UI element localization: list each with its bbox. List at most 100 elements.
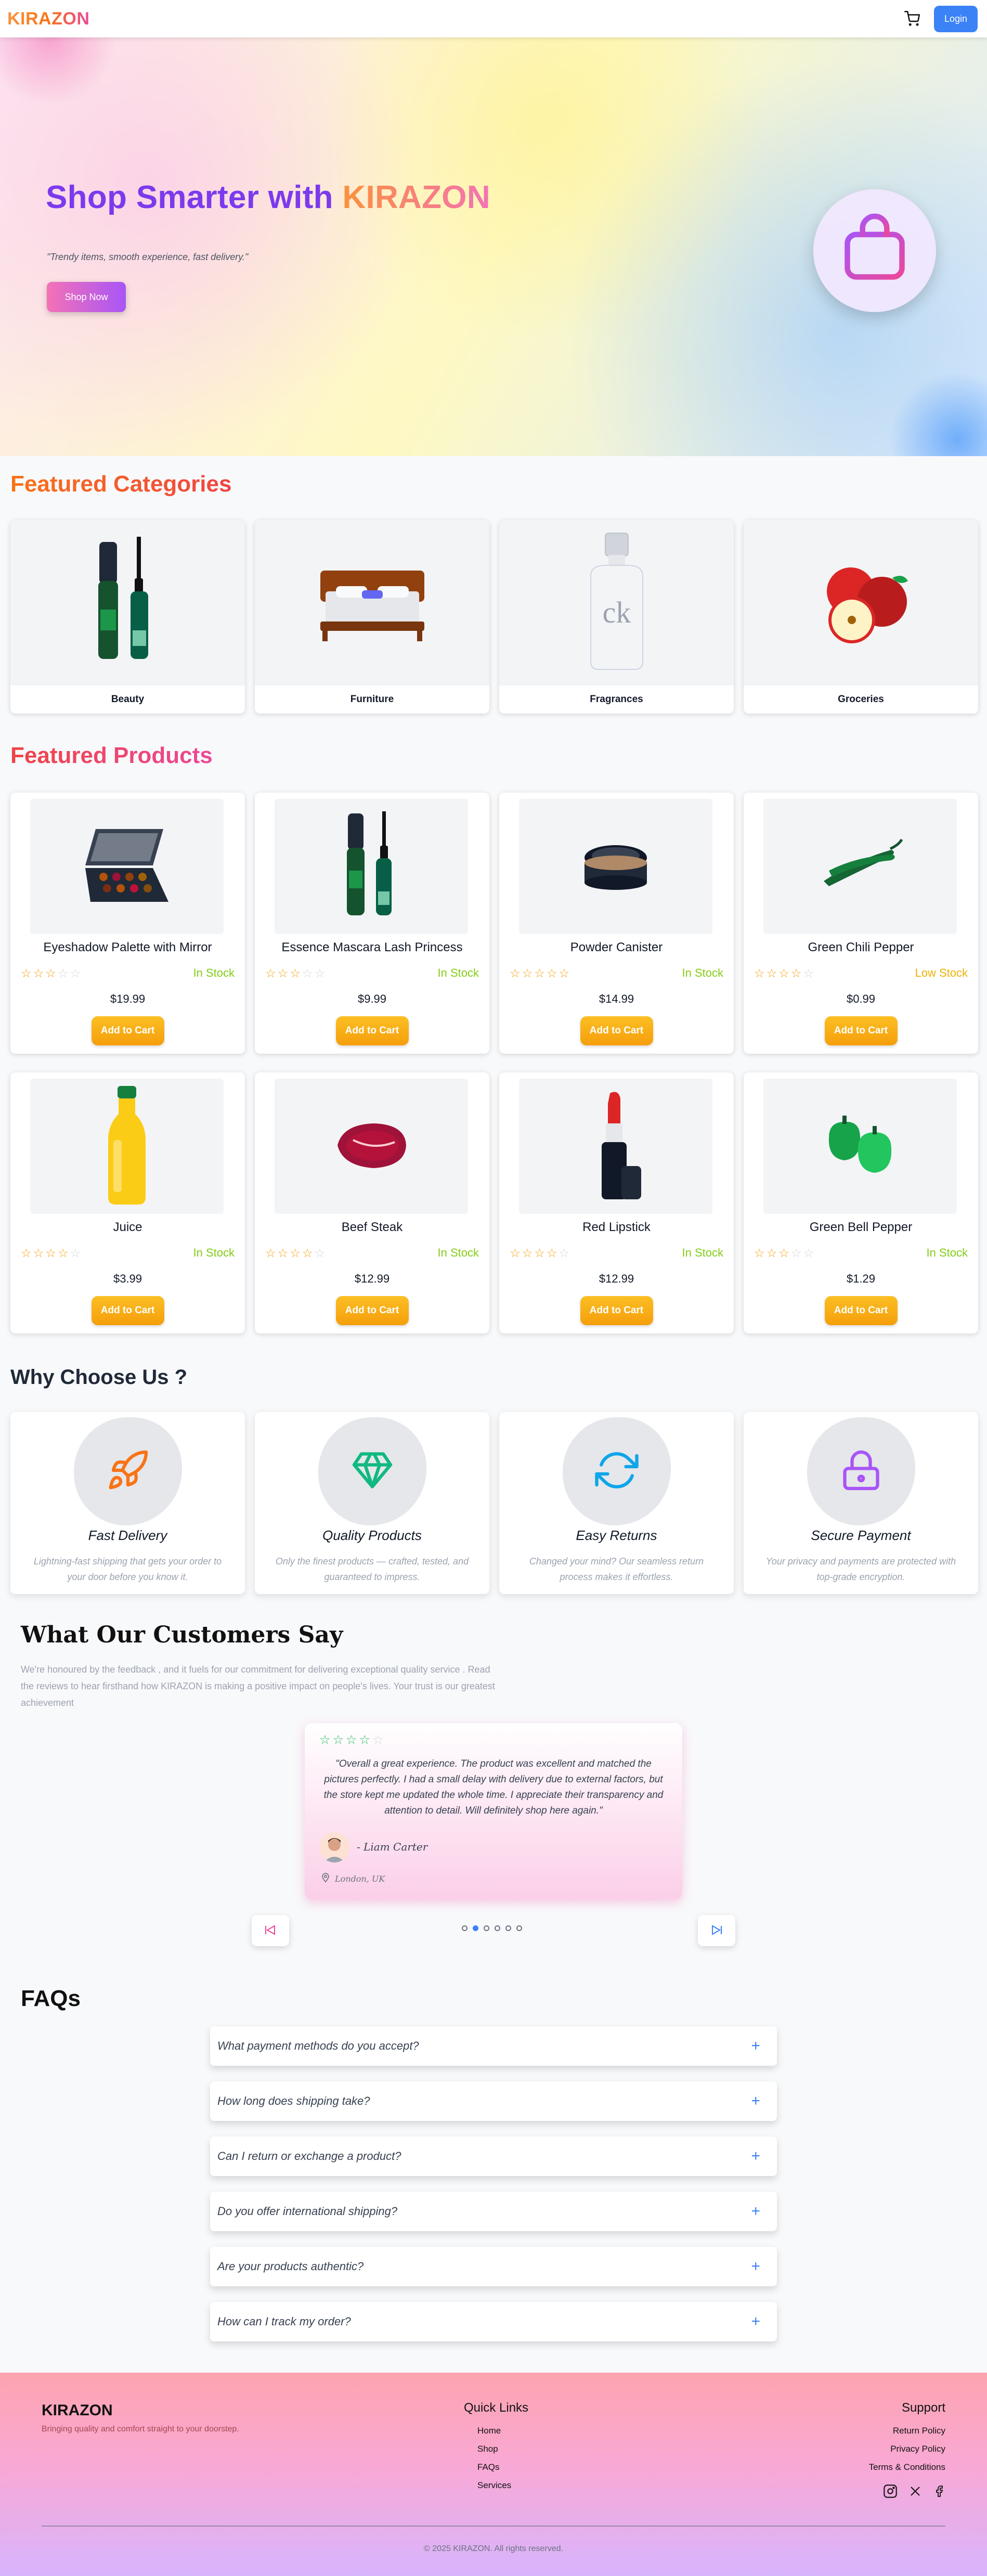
plus-icon[interactable]: + [751,2313,760,2331]
product-image [519,1079,712,1214]
product-card[interactable]: Eyeshadow Palette with Mirror ☆ ☆ ☆ ☆ ☆ In Sto… [10,793,245,1054]
star-icon: ☆ [778,1246,789,1260]
cart-icon[interactable] [902,8,923,29]
powder-canister-icon [577,832,655,902]
add-to-cart-button[interactable]: Add to Cart [580,1296,653,1325]
product-card[interactable]: Red Lipstick ☆ ☆ ☆ ☆ ☆ In Stock $12.99 Add to Ca… [499,1072,734,1334]
product-name: Powder Canister [570,940,663,954]
product-name: Green Chili Pepper [808,940,914,954]
category-label: Beauty [111,694,145,705]
feature-desc: Lightning-fast shipping that gets your o… [33,1556,222,1582]
category-label: Furniture [350,694,394,705]
faq-question: How long does shipping take? [217,2094,370,2107]
faq-item[interactable]: How can I track my order? + [210,2302,777,2341]
category-image [10,520,245,685]
feature-icon-bg [562,1417,671,1525]
product-card[interactable]: Juice ☆ ☆ ☆ ☆ ☆ In Stock $3.99 Add to Cart [10,1072,245,1334]
plus-icon[interactable]: + [751,2258,760,2275]
gem-icon [350,1448,394,1495]
footer-link-services[interactable]: Services [477,2480,511,2491]
stock-status: In Stock [437,1246,479,1259]
product-name: Red Lipstick [582,1220,651,1234]
star-icon: ☆ [33,966,44,980]
why-grid: Fast Delivery Lightning-fast shipping th… [10,1412,979,1594]
plus-icon[interactable]: + [751,2203,760,2220]
star-icon: ☆ [70,966,81,980]
faq-item[interactable]: Are your products authentic? + [210,2247,777,2286]
mascara-icon [332,808,410,925]
add-to-cart-button[interactable]: Add to Cart [335,1296,409,1325]
facebook-icon[interactable] [933,2484,945,2501]
plus-icon[interactable]: + [751,2037,760,2055]
category-card-fragrances[interactable]: ck Fragrances [499,520,734,714]
product-name: Juice [113,1220,142,1234]
footer-link-faqs[interactable]: FAQs [477,2462,511,2473]
products-grid: Eyeshadow Palette with Mirror ☆ ☆ ☆ ☆ ☆ In Sto… [10,793,979,1334]
category-label: Fragrances [590,694,643,705]
footer-link-shop[interactable]: Shop [477,2444,511,2454]
add-to-cart-button[interactable]: Add to Cart [824,1016,898,1045]
avatar [319,1832,349,1862]
star-icon: ☆ [346,1733,357,1747]
footer: KIRAZON Bringing quality and comfort str… [0,2373,987,2576]
faq-item[interactable]: Do you offer international shipping? + [210,2192,777,2231]
faq-item[interactable]: What payment methods do you accept? + [210,2026,777,2066]
add-to-cart-button[interactable]: Add to Cart [91,1016,164,1045]
star-icon: ☆ [45,1246,56,1260]
social-links [883,2484,945,2501]
footer-link-privacy-policy[interactable]: Privacy Policy [869,2444,945,2454]
plus-icon[interactable]: + [751,2147,760,2165]
add-to-cart-button[interactable]: Add to Cart [335,1016,409,1045]
login-button[interactable]: Login [933,5,978,32]
prev-testimonial-button[interactable] [252,1915,289,1946]
carousel-dot[interactable] [462,1925,467,1931]
category-card-groceries[interactable]: Groceries [744,520,978,714]
shop-now-button[interactable]: Shop Now [47,282,126,312]
carousel-dot[interactable] [516,1925,522,1931]
carousel-dots [462,1925,522,1931]
faq-item[interactable]: How long does shipping take? + [210,2081,777,2121]
carousel-dot[interactable] [473,1925,478,1931]
product-card[interactable]: Essence Mascara Lash Princess ☆ ☆ ☆ ☆ ☆ In Sto… [255,793,489,1054]
feature-card-quality-products: Quality Products Only the finest product… [255,1412,489,1594]
product-image [275,799,468,934]
hero-subtitle: "Trendy items, smooth experience, fast d… [47,252,249,262]
star-icon: ☆ [277,966,289,980]
carousel-dot[interactable] [495,1925,500,1931]
star-icon: ☆ [290,1246,301,1260]
product-card[interactable]: Green Chili Pepper ☆ ☆ ☆ ☆ ☆ Low Stock $0.99 Add… [744,793,978,1054]
hero-banner: Shop Smarter with KIRAZON "Trendy items,… [0,37,987,456]
rocket-icon [106,1448,150,1495]
feature-icon-bg [73,1417,182,1525]
add-to-cart-button[interactable]: Add to Cart [91,1296,164,1325]
next-testimonial-button[interactable] [698,1915,735,1946]
x-icon[interactable] [909,2485,921,2500]
product-card[interactable]: Powder Canister ☆ ☆ ☆ ☆ ☆ In Stock $14.99 Add to… [499,793,734,1054]
product-card[interactable]: Beef Steak ☆ ☆ ☆ ☆ ☆ In Stock $12.99 Add to Cart [255,1072,489,1334]
footer-link-terms-conditions[interactable]: Terms & Conditions [869,2462,945,2473]
testimonial-author: - Liam Carter [357,1841,428,1853]
carousel-dot[interactable] [484,1925,489,1931]
product-card[interactable]: Green Bell Pepper ☆ ☆ ☆ ☆ ☆ In Stock $1.29 Add t… [744,1072,978,1334]
product-rating: ☆ ☆ ☆ ☆ ☆ [754,967,814,979]
carousel-dot[interactable] [505,1925,511,1931]
product-name: Essence Mascara Lash Princess [281,940,463,954]
add-to-cart-button[interactable]: Add to Cart [580,1016,653,1045]
add-to-cart-button[interactable]: Add to Cart [824,1296,898,1325]
plus-icon[interactable]: + [751,2092,760,2110]
categories-title: Featured Categories [10,471,232,497]
product-image [30,1079,224,1214]
stock-status: In Stock [682,1246,723,1259]
category-card-furniture[interactable]: Furniture [255,520,489,714]
instagram-icon[interactable] [883,2484,898,2501]
eyeshadow-palette-icon [75,819,179,915]
category-card-beauty[interactable]: Beauty [10,520,245,714]
footer-link-return-policy[interactable]: Return Policy [869,2426,945,2436]
footer-link-home[interactable]: Home [477,2426,511,2436]
testimonials-intro: We're honoured by the feedback , and it … [21,1664,495,1708]
mascara-icon [89,532,167,675]
logo[interactable]: KIRAZON [7,9,89,29]
faq-item[interactable]: Can I return or exchange a product? + [210,2137,777,2176]
page: KIRAZON Login Shop Smarter with KIRAZON … [0,0,987,2576]
star-icon: ☆ [803,966,814,980]
